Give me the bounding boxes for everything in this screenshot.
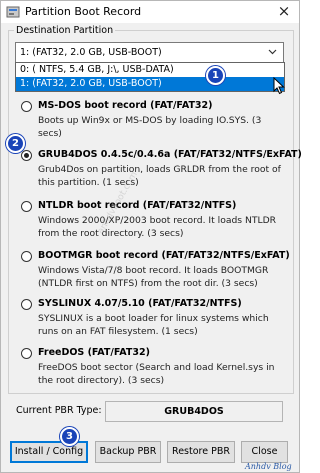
- option-description: FreeDOS boot sector (Search and load Ker…: [38, 362, 275, 386]
- destination-partition-dropdown-list: 0: ( NTFS, 5.4 GB, J:\, USB-DATA) 1: (FA…: [15, 62, 285, 92]
- radio-grub4dos[interactable]: [21, 150, 32, 161]
- current-pbr-value: GRUB4DOS: [105, 401, 283, 422]
- option-description: Windows 2000/XP/2003 boot record. It loa…: [38, 215, 277, 239]
- install-config-button[interactable]: Install / Config: [10, 441, 88, 463]
- dropdown-option-selected[interactable]: 1: (FAT32, 2.0 GB, USB-BOOT): [16, 77, 284, 91]
- option-title: GRUB4DOS 0.4.5c/0.4.6a (FAT/FAT32/NTFS/E…: [38, 149, 302, 160]
- option-description: Boots up Win9x or MS-DOS by loading IO.S…: [38, 115, 262, 139]
- radio-freedos[interactable]: [21, 348, 32, 359]
- option-msdos[interactable]: MS-DOS boot record (FAT/FAT32) Boots up …: [21, 100, 286, 139]
- option-bootmgr[interactable]: BOOTMGR boot record (FAT/FAT32/NTFS/ExFA…: [21, 250, 290, 294]
- backup-pbr-button[interactable]: Backup PBR: [95, 441, 161, 463]
- title-bar: Partition Boot Record ×: [1, 1, 299, 23]
- option-description: SYSLINUX is a boot loader for linux syst…: [38, 313, 269, 337]
- option-title: FreeDOS (FAT/FAT32): [38, 347, 150, 358]
- option-ntldr[interactable]: NTLDR boot record (FAT/FAT32/NTFS) Windo…: [21, 200, 286, 244]
- radio-syslinux[interactable]: [21, 299, 32, 310]
- chevron-down-icon: [268, 49, 277, 55]
- current-pbr-label: Current PBR Type:: [16, 405, 102, 416]
- step-badge-3: 3: [60, 427, 79, 446]
- option-syslinux[interactable]: SYSLINUX 4.07/5.10 (FAT/FAT32/NTFS) SYSL…: [21, 298, 286, 342]
- mouse-cursor-icon: [273, 77, 285, 95]
- blog-watermark: Anhdv Blog: [245, 462, 292, 471]
- app-icon: [6, 6, 20, 18]
- destination-partition-select[interactable]: 1: (FAT32, 2.0 GB, USB-BOOT): [15, 42, 284, 63]
- option-description: Grub4Dos on partition, loads GRLDR from …: [38, 164, 281, 188]
- close-button[interactable]: Close: [241, 441, 288, 463]
- option-title: SYSLINUX 4.07/5.10 (FAT/FAT32/NTFS): [38, 298, 242, 309]
- step-badge-1: 1: [206, 66, 225, 85]
- destination-partition-value: 1: (FAT32, 2.0 GB, USB-BOOT): [20, 47, 162, 58]
- radio-bootmgr[interactable]: [21, 251, 32, 262]
- destination-partition-legend: Destination Partition: [14, 25, 116, 36]
- option-grub4dos[interactable]: GRUB4DOS 0.4.5c/0.4.6a (FAT/FAT32/NTFS/E…: [21, 149, 302, 193]
- option-title: MS-DOS boot record (FAT/FAT32): [38, 100, 213, 111]
- radio-ntldr[interactable]: [21, 201, 32, 212]
- close-window-icon[interactable]: ×: [269, 1, 299, 23]
- option-freedos[interactable]: FreeDOS (FAT/FAT32) FreeDOS boot sector …: [21, 347, 286, 391]
- step-badge-2: 2: [6, 134, 25, 153]
- dropdown-option[interactable]: 0: ( NTFS, 5.4 GB, J:\, USB-DATA): [16, 63, 284, 77]
- restore-pbr-button[interactable]: Restore PBR: [167, 441, 235, 463]
- option-title: NTLDR boot record (FAT/FAT32/NTFS): [38, 200, 237, 211]
- option-title: BOOTMGR boot record (FAT/FAT32/NTFS/ExFA…: [38, 250, 290, 261]
- option-description: Windows Vista/7/8 boot record. It loads …: [38, 265, 269, 289]
- partition-boot-record-window: Partition Boot Record × Destination Part…: [0, 0, 302, 473]
- window-title: Partition Boot Record: [25, 5, 142, 18]
- radio-msdos[interactable]: [21, 101, 32, 112]
